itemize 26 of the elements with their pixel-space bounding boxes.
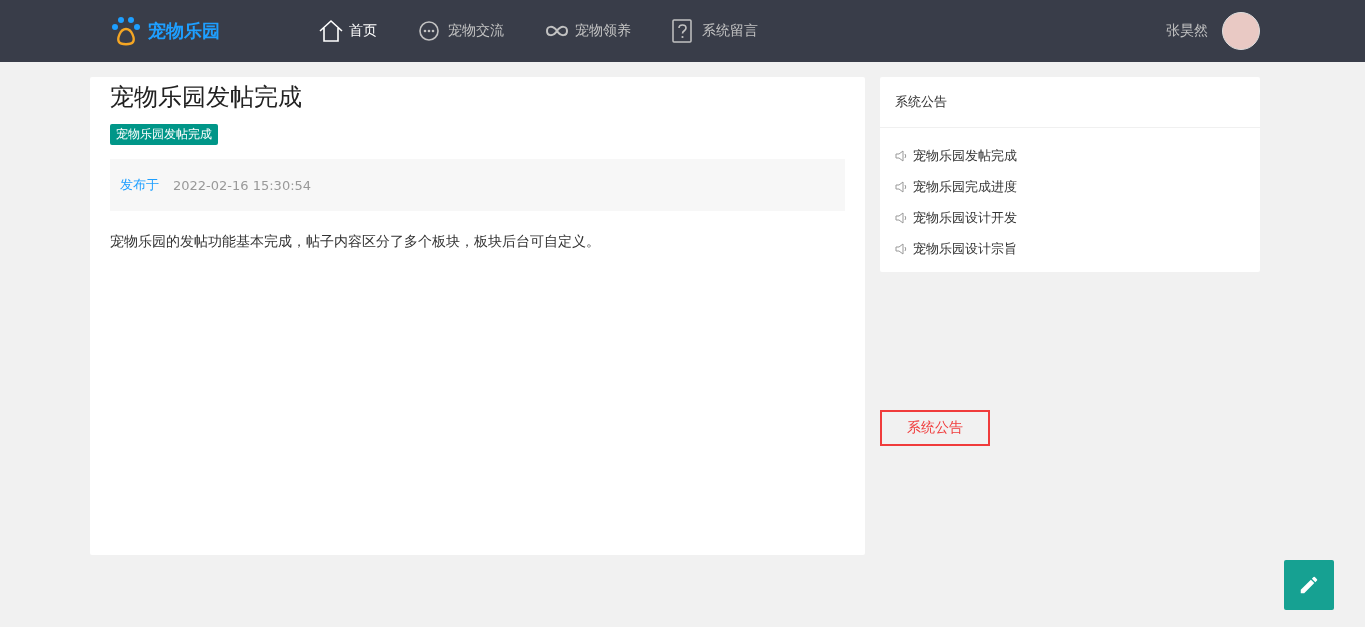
notice-link[interactable]: 宠物乐园设计开发: [895, 202, 1245, 233]
speaker-icon: [895, 242, 908, 255]
boxed-label: 系统公告: [880, 410, 990, 446]
nav-link[interactable]: 系统留言: [671, 18, 758, 44]
edit-button[interactable]: [1284, 560, 1334, 610]
home-icon: [318, 19, 344, 43]
notice-link[interactable]: 宠物乐园完成进度: [895, 171, 1245, 202]
post-tag: 宠物乐园发帖完成: [110, 124, 218, 145]
logo-text: 宠物乐园: [148, 19, 220, 43]
paw-icon: [110, 15, 142, 47]
pencil-icon: [1298, 574, 1320, 596]
speaker-icon: [895, 180, 908, 193]
notice-title: 系统公告: [880, 77, 1260, 128]
published-time: 2022-02-16 15:30:54: [173, 177, 312, 193]
post-title: 宠物乐园发帖完成: [110, 82, 303, 113]
nav-link[interactable]: 宠物领养: [544, 18, 631, 44]
user-avatar[interactable]: [1222, 12, 1260, 50]
speaker-icon: [895, 149, 908, 162]
user-name[interactable]: 张昊然: [1166, 22, 1208, 40]
post-body: 宠物乐园的发帖功能基本完成，帖子内容区分了多个板块，板块后台可自定义。: [110, 233, 601, 251]
nav-link[interactable]: 宠物交流: [417, 18, 504, 44]
notice-link[interactable]: 宠物乐园设计宗旨: [895, 233, 1245, 264]
notice-link[interactable]: 宠物乐园发帖完成: [895, 140, 1245, 171]
published-label: 发布于: [120, 176, 159, 194]
speaker-icon: [895, 211, 908, 224]
nav-link[interactable]: 首页: [318, 18, 377, 44]
